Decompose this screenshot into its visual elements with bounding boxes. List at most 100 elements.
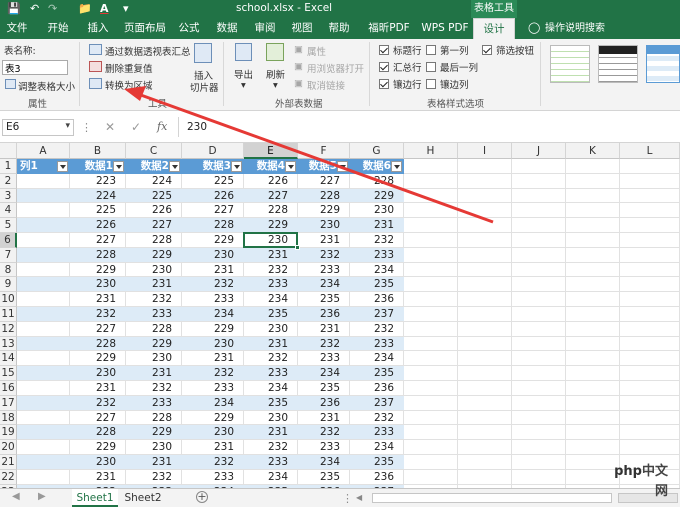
table-cell[interactable]: 231 — [182, 351, 244, 366]
chevron-down-icon[interactable]: ▾ — [273, 80, 278, 91]
table-cell[interactable]: 235 — [350, 455, 404, 470]
table-cell[interactable] — [17, 174, 70, 189]
table-cell[interactable]: 228 — [126, 411, 182, 426]
row-header[interactable]: 12 — [0, 321, 17, 337]
pivot-summary-button[interactable]: 通过数据透视表汇总 — [105, 44, 191, 58]
tab-home[interactable]: 开始 — [40, 18, 76, 39]
header-row-checkbox[interactable] — [379, 45, 389, 55]
tab-data[interactable]: 数据 — [210, 18, 244, 39]
table-cell[interactable]: 228 — [70, 248, 126, 263]
enter-icon[interactable]: ✓ — [131, 120, 141, 134]
table-cell[interactable]: 235 — [244, 396, 298, 411]
table-cell[interactable]: 229 — [298, 203, 350, 218]
table-cell[interactable]: 229 — [70, 263, 126, 278]
row-header[interactable]: 8 — [0, 262, 17, 278]
table-cell[interactable]: 235 — [350, 277, 404, 292]
table-cell[interactable]: 232 — [244, 351, 298, 366]
table-cell[interactable]: 232 — [126, 470, 182, 485]
row-header[interactable]: 1 — [0, 159, 17, 174]
convert-to-range-button[interactable]: 转换为区域 — [105, 78, 153, 92]
table-cell[interactable]: 233 — [244, 455, 298, 470]
tab-help[interactable]: 帮助 — [322, 18, 356, 39]
table-cell[interactable]: 234 — [298, 455, 350, 470]
tell-me-search[interactable]: 操作说明搜索 — [545, 18, 605, 39]
row-header[interactable]: 20 — [0, 440, 17, 455]
filter-dropdown-button[interactable] — [113, 160, 124, 172]
column-header-k[interactable]: K — [566, 143, 620, 159]
table-cell[interactable]: 231 — [244, 248, 298, 263]
table-cell[interactable]: 232 — [350, 411, 404, 426]
table-cell[interactable]: 230 — [182, 337, 244, 352]
chevron-down-icon[interactable]: ▾ — [65, 121, 70, 131]
table-cell[interactable]: 229 — [244, 218, 298, 233]
table-cell[interactable]: 234 — [182, 396, 244, 411]
table-cell[interactable] — [17, 322, 70, 337]
filter-dropdown-button[interactable] — [391, 160, 402, 172]
table-cell[interactable]: 229 — [182, 322, 244, 337]
table-cell[interactable]: 235 — [298, 292, 350, 307]
table-cell[interactable]: 230 — [70, 366, 126, 381]
table-cell[interactable]: 233 — [126, 307, 182, 322]
table-cell[interactable]: 231 — [126, 366, 182, 381]
table-cell[interactable]: 231 — [126, 277, 182, 292]
table-cell[interactable]: 231 — [182, 440, 244, 455]
table-cell[interactable]: 231 — [244, 337, 298, 352]
table-cell[interactable]: 233 — [350, 425, 404, 440]
table-cell[interactable]: 230 — [298, 218, 350, 233]
table-cell[interactable]: 227 — [70, 411, 126, 426]
table-cell[interactable]: 232 — [182, 277, 244, 292]
table-cell[interactable]: 234 — [350, 440, 404, 455]
table-cell[interactable]: 230 — [70, 455, 126, 470]
table-cell[interactable]: 231 — [70, 292, 126, 307]
table-cell[interactable]: 228 — [350, 174, 404, 189]
last-column-checkbox[interactable] — [426, 62, 436, 72]
scrollbar-thumb[interactable] — [618, 493, 678, 503]
selected-cell-outline[interactable] — [243, 232, 298, 248]
table-cell[interactable]: 233 — [182, 470, 244, 485]
table-cell[interactable]: 231 — [126, 455, 182, 470]
column-header-a[interactable]: A — [17, 143, 70, 159]
table-cell[interactable]: 232 — [298, 248, 350, 263]
sheet-tab-sheet2[interactable]: Sheet2 — [120, 489, 166, 507]
unlink-button[interactable]: 取消链接 — [307, 78, 345, 92]
row-header[interactable]: 3 — [0, 188, 17, 204]
table-cell[interactable] — [17, 425, 70, 440]
table-cell[interactable]: 227 — [244, 189, 298, 204]
folder-icon[interactable]: 📁 — [78, 2, 92, 15]
table-cell[interactable]: 230 — [182, 425, 244, 440]
save-icon[interactable]: 💾 — [7, 2, 21, 15]
table-cell[interactable]: 236 — [298, 396, 350, 411]
horizontal-scrollbar[interactable] — [372, 493, 612, 503]
table-cell[interactable] — [17, 233, 70, 248]
table-cell[interactable]: 229 — [182, 411, 244, 426]
table-cell[interactable]: 233 — [244, 277, 298, 292]
table-cell[interactable] — [17, 455, 70, 470]
row-header[interactable]: 19 — [0, 425, 17, 441]
row-header[interactable]: 18 — [0, 410, 17, 426]
row-header[interactable]: 5 — [0, 218, 17, 233]
table-cell[interactable]: 229 — [70, 440, 126, 455]
table-cell[interactable]: 226 — [244, 174, 298, 189]
table-cell[interactable]: 236 — [298, 307, 350, 322]
table-cell[interactable]: 233 — [182, 381, 244, 396]
table-cell[interactable]: 230 — [350, 203, 404, 218]
row-header[interactable]: 14 — [0, 351, 17, 367]
column-header-f[interactable]: F — [298, 143, 350, 159]
table-cell[interactable]: 237 — [350, 307, 404, 322]
table-cell[interactable]: 228 — [126, 322, 182, 337]
table-cell[interactable]: 227 — [126, 218, 182, 233]
table-cell[interactable]: 231 — [70, 381, 126, 396]
scroll-left-icon[interactable]: ◀ — [12, 491, 20, 502]
table-style-light-swatch[interactable] — [550, 45, 590, 83]
table-cell[interactable]: 231 — [182, 263, 244, 278]
column-header-h[interactable]: H — [404, 143, 458, 159]
table-cell[interactable]: 232 — [182, 455, 244, 470]
name-box[interactable]: E6 ▾ — [2, 119, 74, 136]
table-cell[interactable] — [17, 470, 70, 485]
table-cell[interactable]: 230 — [182, 248, 244, 263]
select-all-corner[interactable] — [0, 143, 17, 159]
worksheet-grid[interactable]: A B C D E F G H I J K L 1 列1 数据1 数据2 数据3 数据4 数据5 数据6 2 223 224… — [0, 143, 680, 507]
table-cell[interactable] — [17, 189, 70, 204]
tab-file[interactable]: 文件 — [0, 18, 34, 39]
tab-formulas[interactable]: 公式 — [172, 18, 206, 39]
